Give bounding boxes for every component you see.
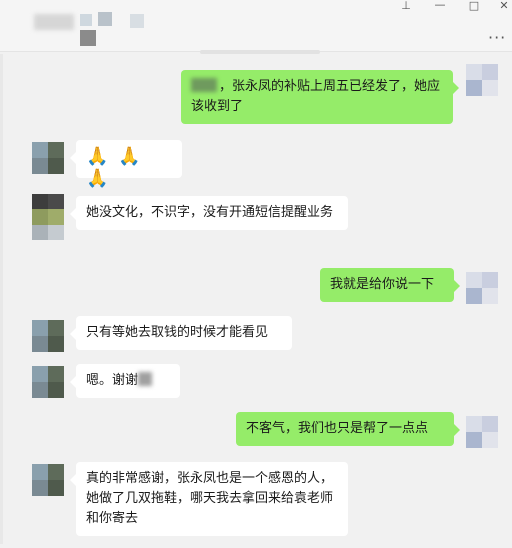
chat-title-blurred bbox=[80, 30, 96, 46]
blurred-name bbox=[138, 372, 153, 386]
message-bubble-outgoing[interactable]: 我就是给你说一下 bbox=[320, 268, 460, 302]
self-avatar[interactable] bbox=[466, 272, 498, 304]
scroll-hint bbox=[200, 50, 320, 54]
close-icon[interactable]: ✕ bbox=[494, 0, 512, 12]
maximize-icon[interactable]: □ bbox=[464, 0, 484, 12]
contact-avatar[interactable] bbox=[32, 194, 64, 240]
title-bar: ⊥ — □ ✕ ··· bbox=[0, 0, 512, 52]
praying-hands-icon: 🙏🙏🙏 bbox=[86, 146, 151, 189]
message-bubble-incoming[interactable]: 真的非常感谢，张永凤也是一个感恩的人，她做了几双拖鞋，哪天我去拿回来给袁老师和你… bbox=[70, 462, 348, 536]
message-bubble-incoming[interactable]: 只有等她去取钱的时候才能看见 bbox=[70, 316, 292, 350]
contact-avatar[interactable] bbox=[32, 366, 64, 398]
message-text: 嗯。谢谢 bbox=[86, 373, 139, 388]
message-text: 只有等她去取钱的时候才能看见 bbox=[86, 325, 269, 340]
message-bubble-incoming[interactable]: 嗯。谢谢 bbox=[70, 364, 180, 398]
chat-title-blurred bbox=[34, 14, 74, 30]
contact-avatar[interactable] bbox=[32, 464, 64, 496]
self-avatar[interactable] bbox=[466, 64, 498, 96]
chat-title-blurred bbox=[130, 14, 144, 28]
message-text: 她没文化，不识字，没有开通短信提醒业务 bbox=[86, 205, 334, 220]
contact-avatar[interactable] bbox=[32, 320, 64, 352]
minimize-icon[interactable]: — bbox=[430, 0, 450, 11]
contact-avatar[interactable] bbox=[32, 142, 64, 174]
message-text: 我就是给你说一下 bbox=[330, 277, 435, 292]
more-options-icon[interactable]: ··· bbox=[488, 28, 506, 47]
message-text: 真的非常感谢，张永凤也是一个感恩的人，她做了几双拖鞋，哪天我去拿回来给袁老师和你… bbox=[86, 471, 334, 526]
chat-title-blurred bbox=[98, 12, 112, 26]
left-edge bbox=[0, 54, 3, 544]
chat-title-blurred bbox=[80, 14, 92, 26]
blurred-name bbox=[191, 78, 217, 92]
message-bubble-outgoing[interactable]: ，张永凤的补贴上周五已经发了，她应该收到了 bbox=[181, 70, 459, 124]
pin-icon[interactable]: ⊥ bbox=[396, 0, 416, 12]
message-bubble-outgoing[interactable]: 不客气，我们也只是帮了一点点 bbox=[236, 412, 460, 446]
message-bubble-incoming[interactable]: 她没文化，不识字，没有开通短信提醒业务 bbox=[70, 196, 348, 230]
message-bubble-incoming[interactable]: 🙏🙏🙏 bbox=[70, 140, 182, 189]
message-text: ，张永凤的补贴上周五已经发了，她应该收到了 bbox=[191, 79, 441, 114]
message-text: 不客气，我们也只是帮了一点点 bbox=[246, 421, 429, 436]
self-avatar[interactable] bbox=[466, 416, 498, 448]
